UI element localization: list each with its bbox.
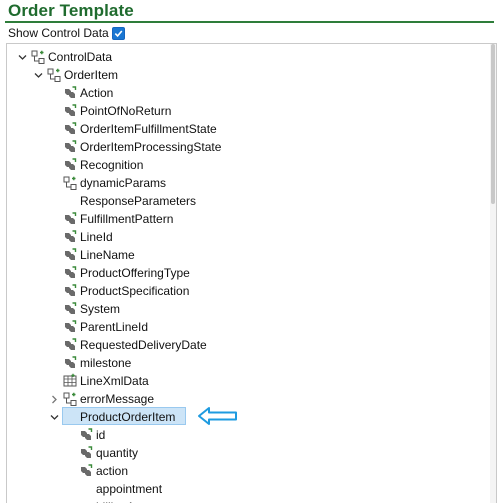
data-element-icon [62,229,78,245]
tree-node-dynamicparams[interactable]: dynamicParams [7,174,477,192]
data-element-icon [62,157,78,173]
tree-node-action[interactable]: Action [7,84,477,102]
tree-node-label: RequestedDeliveryDate [80,338,207,352]
data-element-icon [62,247,78,263]
tree-node-label: milestone [80,356,132,370]
chevron-down-icon[interactable] [33,66,44,84]
title-divider [5,21,494,23]
tree-node-label: action [96,464,129,478]
data-element-icon [62,301,78,317]
tree-node-linename[interactable]: LineName [7,246,477,264]
tree-node-responseparameters[interactable]: ResponseParameters [7,192,477,210]
data-element-icon [62,265,78,281]
tree-node-label: ParentLineId [80,320,149,334]
data-element-icon [62,211,78,227]
tree-node-label: ControlData [48,50,113,64]
tree-node-label: OrderItemFulfillmentState [80,122,217,136]
data-element-icon [78,445,94,461]
tree-node-label: dynamicParams [80,176,167,190]
page-title: Order Template [8,1,134,20]
tree-node-id[interactable]: id [7,426,477,444]
tree-node-appointment[interactable]: appointment [7,480,477,498]
tree-node-label: OrderItem [64,68,119,82]
tree-node-requesteddeliverydate[interactable]: RequestedDeliveryDate [7,336,477,354]
data-element-icon [78,427,94,443]
tree-node-label: Recognition [80,158,144,172]
tree-node-label: OrderItemProcessingState [80,140,222,154]
callout-arrow-icon [198,407,237,425]
group-node-icon [62,391,78,407]
tree-node-label: FulfillmentPattern [80,212,174,226]
tree-node-system[interactable]: System [7,300,477,318]
tree-node-label: LineXmlData [80,374,149,388]
tree-node-productorderitem[interactable]: ProductOrderItem [7,408,477,426]
tree-node-pointofnoreturn[interactable]: PointOfNoReturn [7,102,477,120]
tree-view[interactable]: ControlData OrderItem Action PointOfNoRetur… [6,43,497,503]
xml-data-icon [62,373,78,389]
tree-node-label: ProductSpecification [80,284,190,298]
data-element-icon [62,85,78,101]
tree-node-orderitemfulfillmentstate[interactable]: OrderItemFulfillmentState [7,120,477,138]
data-element-icon [62,355,78,371]
tree-node-orderitemprocessingstate[interactable]: OrderItemProcessingState [7,138,477,156]
tree-node-controldata[interactable]: ControlData [7,48,477,66]
tree-node-parentlineid[interactable]: ParentLineId [7,318,477,336]
tree-node-recognition[interactable]: Recognition [7,156,477,174]
tree-node-label: Action [80,86,114,100]
tree-node-label: ProductOfferingType [80,266,190,280]
tree-node-billingaccount[interactable]: billingAccount [7,498,477,503]
tree-node-label: quantity [96,446,139,460]
tree-node-label: ProductOrderItem [80,410,176,424]
group-node-icon [46,67,62,83]
tree-node-label: System [80,302,121,316]
tree-node-productspecification[interactable]: ProductSpecification [7,282,477,300]
chevron-down-icon[interactable] [17,48,28,66]
chevron-down-icon[interactable] [49,408,60,426]
tree-node-errormessage[interactable]: errorMessage [7,390,477,408]
group-node-icon [62,175,78,191]
tree-node-quantity[interactable]: quantity [7,444,477,462]
tree-node-orderitem[interactable]: OrderItem [7,66,477,84]
data-element-icon [62,337,78,353]
show-control-data-row[interactable]: Show Control Data [8,25,125,41]
show-control-data-label: Show Control Data [8,26,109,40]
tree-node-label: id [96,428,106,442]
data-element-icon [62,139,78,155]
tree-node-productofferingtype[interactable]: ProductOfferingType [7,264,477,282]
scrollbar-thumb[interactable] [491,44,495,204]
chevron-right-icon[interactable] [49,390,60,408]
tree-node-fulfillmentpattern[interactable]: FulfillmentPattern [7,210,477,228]
tree-node-label: errorMessage [80,392,155,406]
data-element-icon [62,283,78,299]
tree-node-lineid[interactable]: LineId [7,228,477,246]
vertical-scrollbar[interactable] [490,44,496,503]
tree-node-label: PointOfNoReturn [80,104,172,118]
show-control-data-checkbox[interactable] [111,26,125,40]
tree-node-label: LineId [80,230,113,244]
tree-node-linexmldata[interactable]: LineXmlData [7,372,477,390]
data-element-icon [62,121,78,137]
tree-node-label: LineName [80,248,135,262]
data-element-icon [62,319,78,335]
data-element-icon [78,463,94,479]
tree-node-milestone[interactable]: milestone [7,354,477,372]
data-element-icon [62,103,78,119]
checkmark-icon [114,29,123,37]
group-node-icon [30,49,46,65]
tree-node-label: appointment [96,482,163,496]
tree-node-label: ResponseParameters [80,194,197,208]
tree-node-action[interactable]: action [7,462,477,480]
